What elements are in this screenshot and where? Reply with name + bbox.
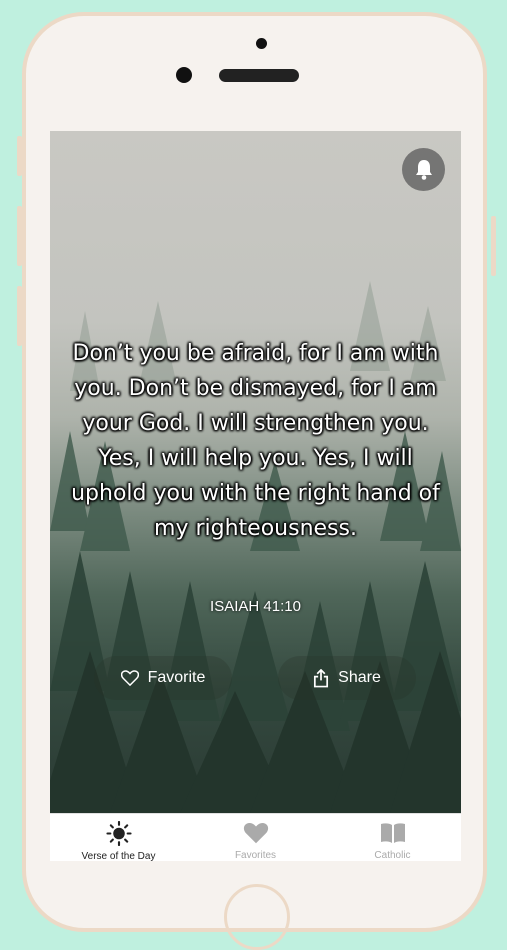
book-icon — [380, 823, 405, 843]
notification-button[interactable] — [402, 148, 445, 191]
heart-outline-icon — [120, 670, 139, 686]
home-button[interactable] — [224, 884, 290, 950]
heart-icon — [243, 822, 268, 844]
sun-icon — [105, 821, 132, 846]
tab-label: Catholic — [374, 850, 411, 861]
verse-reference: ISAIAH 41:10 — [210, 598, 301, 615]
app-screen: Don’t you be afraid, for I am with you. … — [50, 131, 461, 861]
share-button[interactable]: Share — [278, 656, 416, 700]
tab-verse-of-the-day[interactable]: Verse of the Day — [50, 814, 187, 861]
verse-text: Don’t you be afraid, for I am with you. … — [71, 341, 440, 541]
favorite-label: Favorite — [147, 669, 206, 686]
tab-catholic[interactable]: Catholic — [324, 814, 461, 861]
share-icon — [314, 668, 329, 687]
phone-speaker — [219, 69, 299, 82]
tab-label: Favorites — [234, 850, 277, 861]
phone-volume-down — [17, 286, 22, 346]
phone-side-button — [17, 136, 22, 176]
tab-bar: Verse of the Day Favorites Catholic — [50, 813, 461, 861]
phone-volume-up — [17, 206, 22, 266]
favorite-button[interactable]: Favorite — [94, 656, 232, 700]
bell-icon — [415, 159, 432, 180]
phone-sensor — [256, 38, 267, 49]
tab-label: Verse of the Day — [81, 851, 156, 861]
front-camera — [176, 67, 192, 83]
share-label: Share — [338, 669, 381, 686]
phone-power-button — [491, 216, 496, 276]
tab-favorites[interactable]: Favorites — [187, 814, 324, 861]
